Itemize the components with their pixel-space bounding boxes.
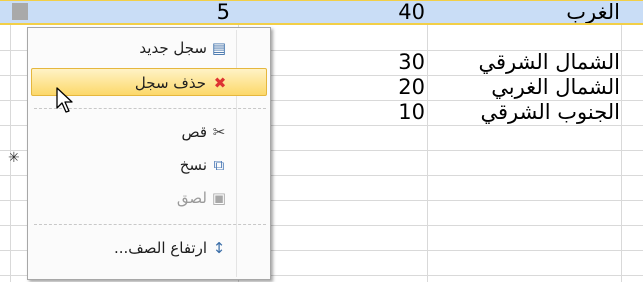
value-cell[interactable]: 40 (345, 0, 425, 25)
table-row[interactable]: الغرب 40 5 (0, 0, 643, 25)
region-cell[interactable]: الجنوب الشرقي (430, 100, 620, 125)
new-row-marker-icon: ✳ (8, 150, 20, 166)
menu-item-new-record[interactable]: ▤ سجل جديد (31, 34, 267, 62)
value-cell[interactable]: 20 (345, 75, 425, 100)
row-selector[interactable] (12, 3, 28, 20)
menu-item-row-height[interactable]: ↕ ارتفاع الصف... (31, 234, 267, 262)
grid-line (427, 0, 428, 282)
new-record-icon: ▤ (211, 39, 227, 57)
grid-line (10, 0, 11, 282)
menu-item-label: لصق (176, 189, 207, 207)
menu-item-label: سجل جديد (139, 39, 207, 57)
region-cell[interactable]: الشمال الغربي (430, 75, 620, 100)
mouse-pointer-icon (56, 87, 73, 113)
row-height-icon: ↕ (212, 239, 226, 257)
delete-record-icon: ✖ (213, 74, 227, 92)
menu-item-label: ارتفاع الصف... (113, 239, 207, 257)
menu-item-label: نسخ (179, 156, 207, 174)
copy-icon: ⧉ (213, 156, 225, 174)
grid-line (621, 0, 622, 282)
menu-separator (34, 224, 266, 225)
id-cell[interactable]: 5 (190, 0, 230, 25)
menu-item-cut[interactable]: ✂ قص (31, 118, 267, 146)
region-cell[interactable]: الشمال الشرقي (430, 50, 620, 75)
menu-item-copy[interactable]: ⧉ نسخ (31, 151, 267, 179)
menu-item-label: حذف سجل (134, 74, 206, 92)
menu-item-label: قص (181, 123, 207, 141)
value-cell[interactable]: 10 (345, 100, 425, 125)
value-cell[interactable]: 30 (345, 50, 425, 75)
menu-item-paste: ▣ لصق (31, 184, 267, 212)
paste-icon: ▣ (211, 189, 227, 207)
region-cell[interactable]: الغرب (430, 0, 620, 25)
context-menu[interactable]: ▤ سجل جديد ✖ حذف سجل ✂ قص ⧉ نسخ ▣ لصق ↕ … (27, 27, 271, 280)
scissors-icon: ✂ (212, 123, 226, 141)
